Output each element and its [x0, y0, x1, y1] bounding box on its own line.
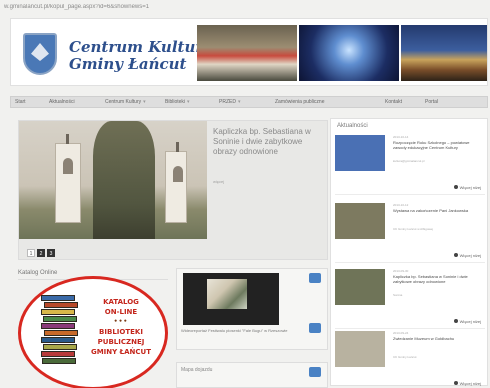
news-more-label: Więcej niżej	[459, 253, 481, 258]
katalog-line-3: BIBLIOTEKI	[99, 328, 143, 336]
news-more-link[interactable]: Więcej niżej	[453, 319, 481, 324]
news-thumbnail[interactable]	[335, 203, 385, 239]
news-heading: Aktualności	[337, 123, 368, 129]
address-bar[interactable]: w.gminalancut.pl/kopul_page.aspx?id=6&sh…	[4, 4, 364, 14]
map-icon[interactable]	[309, 367, 321, 377]
video-caption-link[interactable]: Wideoreportaż Festiwalu piosenki "Fale B…	[181, 328, 311, 334]
coat-of-arms-logo[interactable]	[23, 33, 57, 75]
nav-item-biblioteki-label: Biblioteki	[165, 99, 186, 105]
news-item[interactable]: 2013-10-14 Rozpoczęcie Roku Szkolnego – …	[335, 135, 485, 195]
chevron-down-icon: ▾	[237, 99, 241, 105]
arrow-bullet-icon	[453, 253, 458, 257]
news-thumbnail[interactable]	[335, 269, 385, 305]
logo-line-1: Centrum Kultury	[69, 38, 212, 56]
chapel-shape	[55, 134, 81, 223]
nav-item-biblioteki[interactable]: Biblioteki ▾	[161, 99, 215, 105]
chapel-shape	[165, 142, 187, 223]
banner-folk-dancers-photo	[197, 25, 297, 81]
news-panel: Aktualności 2013-10-14 Rozpoczęcie Roku …	[330, 118, 488, 386]
slider-page-button[interactable]: 1	[27, 249, 35, 257]
news-more-label: Więcej niżej	[459, 319, 481, 324]
news-more-link[interactable]: Więcej niżej	[453, 185, 481, 190]
banner-fireworks-photo	[299, 25, 399, 81]
news-title[interactable]: Wystawa na zakończenie Pani Jankowska	[393, 208, 479, 213]
news-date: 2013-09-24	[393, 331, 409, 335]
news-thumbnail[interactable]	[335, 135, 385, 171]
slider-page-button-active[interactable]: 2	[37, 249, 45, 257]
slide-more-link[interactable]: więcej	[213, 179, 224, 184]
katalog-text: KATALOG ON-LINE ••• BIBLIOTEKI PUBLICZNE…	[83, 297, 159, 357]
news-item[interactable]: 2013-10-12 Wystawa na zakończenie Pani J…	[335, 203, 485, 263]
nav-item-zamowienia[interactable]: Zamówienia publiczne	[271, 99, 381, 105]
news-thumbnail[interactable]	[335, 331, 385, 367]
katalog-line-4: PUBLICZNEJ	[97, 338, 145, 346]
news-title[interactable]: Rozpoczęcie Roku Szkolnego – powiatowe z…	[393, 140, 479, 150]
news-title[interactable]: Zwiedzanie Muzeum w Gołdbachu	[393, 336, 479, 341]
video-camera-icon[interactable]	[309, 273, 321, 283]
katalog-online-banner[interactable]: KATALOG ON-LINE ••• BIBLIOTEKI PUBLICZNE…	[18, 276, 168, 388]
featured-slider: Kapliczka bp. Sebastiana w Soninie i dwi…	[18, 120, 328, 260]
nav-item-kontakt[interactable]: Kontakt	[381, 99, 421, 105]
news-meta: kultura@gminalancut.pl	[393, 159, 425, 163]
nav-item-centrum-kultury[interactable]: Centrum Kultury ▾	[101, 99, 161, 105]
nav-item-przed-label: PRZED	[219, 99, 236, 105]
map-panel: Mapa dojazdu	[176, 362, 328, 388]
site-header: Centrum Kultury Gminy Łańcut	[10, 18, 488, 86]
nav-item-przed[interactable]: PRZED ▾	[215, 99, 271, 105]
news-date: 2013-10-14	[393, 135, 409, 139]
arrow-bullet-icon	[453, 319, 458, 323]
katalog-line-1: KATALOG	[103, 298, 139, 306]
news-date: 2013-09-30	[393, 269, 409, 273]
video-thumbnail[interactable]	[183, 273, 279, 325]
news-more-link[interactable]: Więcej niżej	[453, 381, 481, 386]
banner-stage-performance-photo	[401, 25, 487, 81]
arrow-bullet-icon	[453, 185, 458, 189]
news-date: 2013-10-12	[393, 203, 409, 207]
chevron-down-icon: ▾	[143, 99, 146, 105]
nav-item-portal[interactable]: Portal	[421, 99, 457, 105]
katalog-line-5: GMINY ŁAŃCUT	[90, 348, 152, 356]
book-stack-icon	[41, 295, 78, 369]
slider-pager: 1 2 3	[27, 249, 55, 257]
nav-item-aktualnosci[interactable]: Aktualności	[45, 99, 101, 105]
news-title[interactable]: Kapliczka bp. Sebastiana w Soninie i dwi…	[393, 274, 479, 284]
news-more-label: Więcej niżej	[459, 185, 481, 190]
slider-page-button[interactable]: 3	[47, 249, 55, 257]
site-logo-title[interactable]: Centrum Kultury Gminy Łańcut	[69, 39, 212, 73]
katalog-dots: •••	[113, 318, 129, 325]
news-meta: CK Gminy Łańcut	[393, 355, 417, 359]
news-more-link[interactable]: Więcej niżej	[453, 253, 481, 258]
nav-item-centrum-kultury-label: Centrum Kultury	[105, 99, 142, 105]
video-panel: Wideoreportaż Festiwalu piosenki "Fale B…	[176, 268, 328, 350]
news-meta: CK Gminy Łańcut w Albigowej	[393, 227, 434, 231]
chevron-down-icon: ▾	[187, 99, 190, 105]
slide-image[interactable]	[19, 121, 207, 239]
map-title[interactable]: Mapa dojazdu	[181, 367, 212, 373]
main-navigation: Start Aktualności Centrum Kultury ▾ Bibli…	[10, 96, 488, 108]
news-meta: Sonina	[393, 293, 403, 297]
news-item[interactable]: 2013-09-30 Kapliczka bp. Sebastiana w So…	[335, 269, 485, 329]
tree-shape	[93, 121, 155, 239]
logo-line-2: Gminy Łańcut	[69, 55, 187, 73]
news-more-label: Więcej niżej	[459, 381, 481, 386]
katalog-line-2: ON-LINE	[104, 308, 138, 316]
slide-title[interactable]: Kapliczka bp. Sebastiana w Soninie i dwi…	[213, 127, 323, 157]
arrow-bullet-icon	[453, 381, 458, 385]
nav-item-start[interactable]: Start	[11, 99, 45, 105]
news-item[interactable]: 2013-09-24 Zwiedzanie Muzeum w Gołdbachu…	[335, 331, 485, 388]
